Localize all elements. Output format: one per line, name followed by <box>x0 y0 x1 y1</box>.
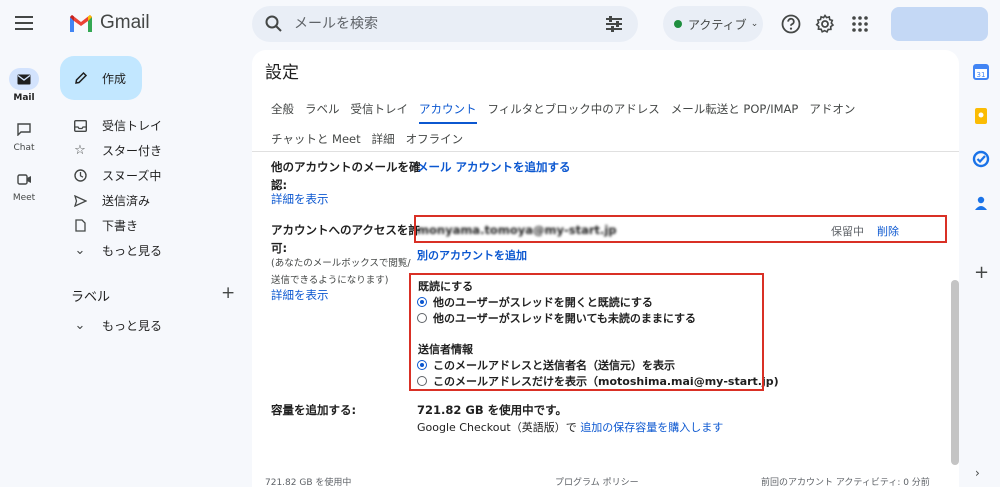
help-icon[interactable] <box>780 13 802 35</box>
tab-labels[interactable]: ラベル <box>305 94 340 124</box>
account-avatar[interactable] <box>891 7 988 41</box>
clock-icon <box>72 168 88 184</box>
chevron-down-icon: ⌄ <box>74 318 86 333</box>
tab-chat-meet[interactable]: チャットと Meet <box>271 124 361 154</box>
page-title: 設定 <box>265 63 299 83</box>
tabs-divider <box>252 151 959 152</box>
rail-label-meet: Meet <box>12 193 36 203</box>
tab-filters[interactable]: フィルタとブロック中のアドレス <box>488 94 660 124</box>
inbox-icon <box>72 118 88 134</box>
compose-button[interactable]: 作成 <box>60 56 142 100</box>
last-activity: 前回のアカウント アクティビティ: 0 分前 <box>761 478 930 487</box>
other-accounts-label: 他のアカウントのメールを確 認: <box>271 160 421 192</box>
nav-label: 受信トレイ <box>102 119 163 133</box>
nav-label: 下書き <box>102 219 139 233</box>
expand-side-panel-icon[interactable]: › <box>975 466 980 480</box>
search-bar <box>252 6 638 42</box>
chevron-down-icon: ⌄ <box>750 19 759 29</box>
send-icon <box>72 193 88 209</box>
storage-usage: 721.82 GB を使用中です。 <box>417 403 567 417</box>
gear-icon[interactable] <box>814 13 836 35</box>
apps-grid-icon[interactable] <box>849 13 871 35</box>
gmail-m-icon <box>70 15 92 32</box>
video-icon <box>9 168 39 190</box>
draft-icon <box>72 218 88 234</box>
labels-more-label: もっと見る <box>102 319 163 333</box>
pencil-icon <box>75 71 88 84</box>
nav-label: 送信済み <box>102 194 151 208</box>
chat-icon <box>9 118 39 140</box>
status-dot <box>674 20 682 28</box>
chevron-down-icon: ⌄ <box>74 243 86 258</box>
tab-advanced[interactable]: 詳細 <box>372 124 395 154</box>
tab-forwarding[interactable]: メール転送と POP/IMAP <box>671 94 799 124</box>
nav-item-starred[interactable]: ☆ スター付き <box>60 138 250 163</box>
search-input[interactable] <box>294 16 584 32</box>
mail-icon <box>9 68 39 90</box>
grant-access-label: アカウントへのアクセスを許 可: <box>271 223 420 255</box>
grant-access-note: (あなたのメールボックスで閲覧/ 送信できるようになります) <box>271 258 411 286</box>
compose-label: 作成 <box>102 71 127 86</box>
nav-item-inbox[interactable]: 受信トレイ <box>60 113 250 138</box>
rail-label-chat: Chat <box>13 143 35 153</box>
nav-item-snoozed[interactable]: スヌーズ中 <box>60 163 250 188</box>
storage-label: 容量を追加する: <box>271 403 357 417</box>
rail-mail[interactable]: Mail <box>0 68 48 103</box>
search-options-icon[interactable] <box>604 15 624 33</box>
labels-more[interactable]: ⌄ もっと見る <box>60 313 250 338</box>
add-another-account-link[interactable]: 別のアカウントを追加 <box>417 247 527 263</box>
footer-usage: 721.82 GB を使用中 <box>265 478 352 487</box>
star-icon: ☆ <box>74 143 86 158</box>
keep-icon[interactable] <box>972 107 990 125</box>
scrollbar-thumb[interactable] <box>951 280 959 465</box>
status-label: アクティブ <box>688 17 747 32</box>
rail-chat[interactable]: Chat <box>0 118 48 153</box>
add-label-button[interactable]: + <box>221 283 235 303</box>
program-policy-link[interactable]: プログラム ポリシー <box>555 475 639 487</box>
nav-label: スヌーズ中 <box>102 169 162 183</box>
add-mail-account-link[interactable]: メール アカウントを追加する <box>417 159 571 175</box>
grant-access-details-link[interactable]: 詳細を表示 <box>271 287 329 303</box>
nav-item-drafts[interactable]: 下書き <box>60 213 250 238</box>
tab-accounts[interactable]: アカウント <box>419 94 477 124</box>
purchase-storage-link[interactable]: 追加の保存容量を購入します <box>580 421 723 434</box>
main-menu-button[interactable] <box>12 12 36 36</box>
nav-label: スター付き <box>102 144 163 158</box>
tab-general[interactable]: 全般 <box>271 94 294 124</box>
highlight-box-email <box>414 215 947 243</box>
calendar-icon[interactable]: 31 <box>972 63 990 81</box>
settings-panel: 設定 全般 ラベル 受信トレイ アカウント フィルタとブロック中のアドレス メー… <box>252 50 959 487</box>
app-name: Gmail <box>100 12 150 33</box>
labels-heading: ラベル <box>71 290 111 305</box>
highlight-box-options <box>409 273 764 391</box>
settings-tabs: 全般 ラベル 受信トレイ アカウント フィルタとブロック中のアドレス メール転送… <box>271 94 951 154</box>
rail-label-mail: Mail <box>13 93 35 103</box>
search-icon[interactable] <box>264 14 284 34</box>
gmail-logo[interactable]: Gmail <box>68 12 150 34</box>
add-addon-button[interactable]: + <box>974 262 989 283</box>
status-dropdown[interactable]: アクティブ ⌄ <box>663 6 763 42</box>
contacts-icon[interactable] <box>972 194 990 212</box>
other-accounts-details-link[interactable]: 詳細を表示 <box>271 191 329 207</box>
svg-text:31: 31 <box>977 71 986 79</box>
checkout-text: Google Checkout（英語版）で <box>417 421 577 434</box>
storage-purchase-line: Google Checkout（英語版）で 追加の保存容量を購入します <box>417 419 723 435</box>
nav-item-more[interactable]: ⌄ もっと見る <box>60 238 250 263</box>
nav-label: もっと見る <box>102 244 163 258</box>
tab-inbox[interactable]: 受信トレイ <box>351 94 409 124</box>
tasks-icon[interactable] <box>972 150 990 168</box>
tab-offline[interactable]: オフライン <box>406 124 464 154</box>
rail-meet[interactable]: Meet <box>0 168 48 203</box>
tab-addons[interactable]: アドオン <box>809 94 855 124</box>
nav-item-sent[interactable]: 送信済み <box>60 188 250 213</box>
